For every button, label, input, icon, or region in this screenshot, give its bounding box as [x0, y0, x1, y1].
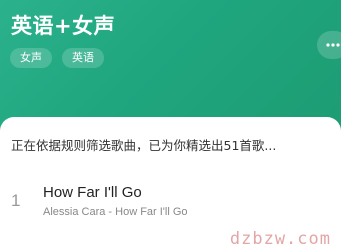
- site-watermark: dzbzw.com: [229, 229, 331, 249]
- tag-female-vocal[interactable]: 女声: [10, 48, 52, 68]
- more-button[interactable]: [317, 31, 341, 59]
- tag-english[interactable]: 英语: [62, 48, 104, 68]
- more-dots-icon: [326, 43, 340, 47]
- filter-status-text: 正在依据规则筛选歌曲，已为你精选出51首歌...: [11, 138, 277, 153]
- tag-list: 女声 英语: [10, 48, 104, 68]
- song-row[interactable]: 1 How Far I'll Go Alessia Cara - How Far…: [0, 179, 341, 227]
- song-index: 1: [11, 191, 21, 210]
- song-title: How Far I'll Go: [43, 184, 142, 201]
- song-artist-album: Alessia Cara - How Far I'll Go: [43, 206, 188, 218]
- playlist-header: 英语+女声 女声 英语: [0, 0, 341, 135]
- playlist-title: 英语+女声: [11, 14, 116, 38]
